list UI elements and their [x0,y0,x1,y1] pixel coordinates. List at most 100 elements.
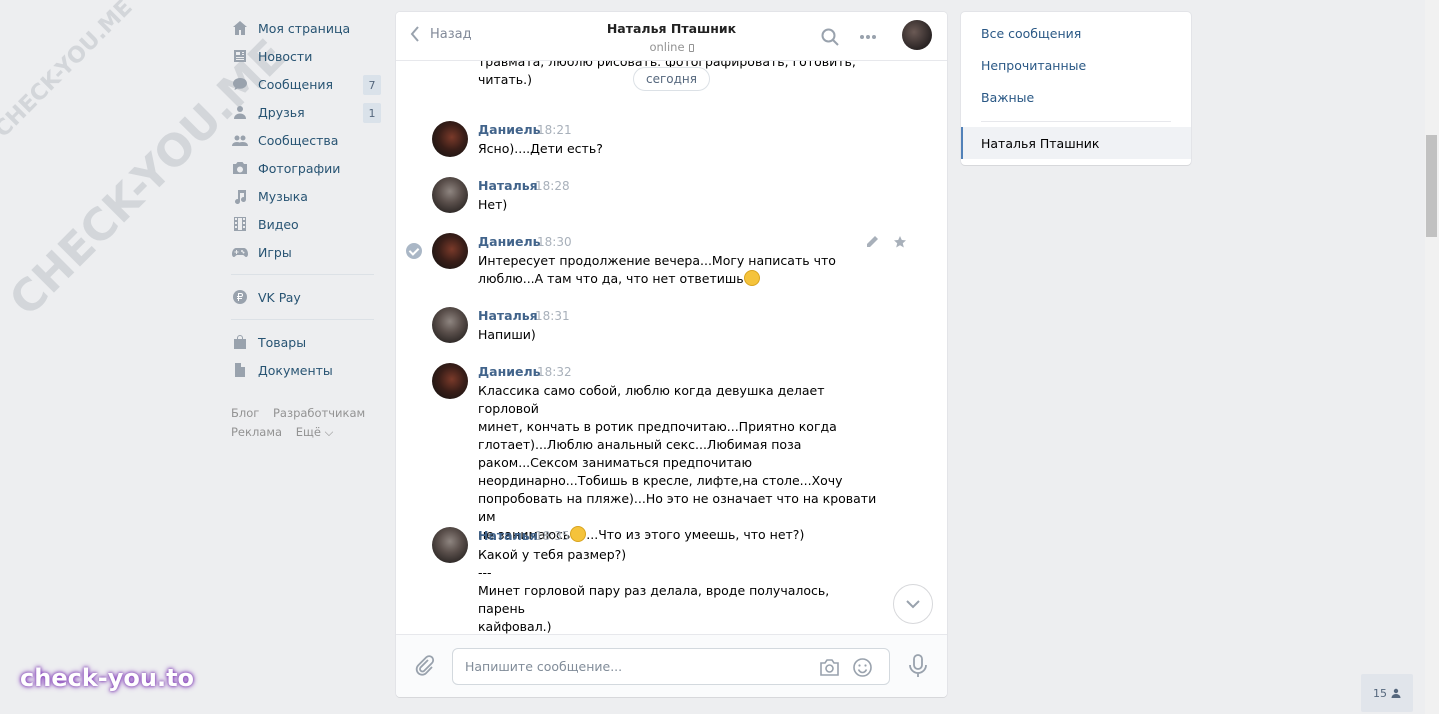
message-text: Какой у тебя размер?) --- Минет горловой… [478,546,873,634]
messages-icon [231,76,248,93]
mobile-icon [688,44,694,52]
filter-all-messages[interactable]: Все сообщения [981,26,1081,41]
friends-icon [231,104,248,121]
message-tools [865,235,907,249]
sender-avatar[interactable] [432,121,468,157]
nav-item-label: Документы [258,362,333,378]
nav-item-label: Друзья [258,104,305,120]
brand-watermark: check-you.to [20,664,195,692]
nav-item-documents[interactable]: Документы [231,356,381,384]
select-check-icon[interactable] [406,243,422,259]
message-text: Классика само собой, люблю когда девушка… [478,382,878,544]
message-text: Ясно)....Дети есть? [478,141,603,156]
footer-link-developers[interactable]: Разработчикам [273,406,365,420]
sender-avatar[interactable] [432,363,468,399]
video-icon [231,216,248,233]
nav-item-label: Музыка [258,188,308,204]
nav-item-groups[interactable]: Сообщества [231,126,381,154]
message-time[interactable]: 18:28 [535,179,570,193]
chat-header: Назад Наталья Пташник online [396,12,947,61]
nav-item-friends[interactable]: Друзья 1 [231,98,381,126]
sender-avatar[interactable] [432,307,468,343]
message-time[interactable]: 18:21 [537,123,572,137]
document-icon [231,362,248,379]
footer-link-blog[interactable]: Блог [231,406,259,420]
message-author[interactable]: Наталья [478,178,538,193]
sender-avatar[interactable] [432,233,468,269]
nav-item-label: Видео [258,216,299,232]
nav-item-photos[interactable]: Фотографии [231,154,381,182]
message-author[interactable]: Даниель [478,234,541,249]
nav-item-news[interactable]: Новости [231,42,381,70]
nav-divider [231,319,374,320]
message-text: Интересует продолжение вечера...Могу нап… [478,252,873,288]
nav-item-messages[interactable]: Сообщения 7 [231,70,381,98]
nav-item-label: Моя страница [258,20,351,36]
message-history[interactable]: травмата, люблю рисовать. фотографироват… [396,61,947,634]
footer-link-ads[interactable]: Реклама [231,425,282,439]
sender-avatar[interactable] [432,527,468,563]
nav-item-video[interactable]: Видео [231,210,381,238]
attach-button[interactable] [414,655,436,680]
sender-avatar[interactable] [432,177,468,213]
groups-icon [231,132,248,149]
online-count: 15 [1373,686,1387,700]
nav-item-label: Игры [258,244,292,260]
watermark-small: CHECK-YOU.ME [0,0,138,143]
more-actions-button[interactable] [858,27,878,50]
nav-item-label: Сообщества [258,132,339,148]
message-time[interactable]: 18:35 [535,529,570,543]
message-text: Напиши) [478,327,536,342]
camera-icon [231,160,248,177]
peer-avatar[interactable] [902,20,932,50]
paperclip-icon [415,655,435,676]
attach-photo-button[interactable] [819,657,840,681]
bag-icon [231,334,248,351]
online-friends-button[interactable]: 15 [1361,674,1413,712]
smile-icon [853,658,872,677]
nav-item-label: Фотографии [258,160,341,176]
voice-message-button[interactable] [907,654,929,681]
date-separator: сегодня [633,67,710,91]
nav-item-music[interactable]: Музыка [231,182,381,210]
message-text-body: Интересует продолжение вечера...Могу нап… [478,253,836,286]
message-author[interactable]: Даниель [478,364,541,379]
smile-emoji-icon [570,526,587,542]
message-time[interactable]: 18:32 [537,365,572,379]
camera-icon [820,659,839,676]
scroll-to-bottom-button[interactable] [893,584,933,624]
filter-important[interactable]: Важные [981,90,1034,105]
message-text-body: Какой у тебя размер?) --- Минет горловой… [478,547,830,634]
page-scrollbar[interactable] [1425,0,1439,714]
more-icon [860,35,876,39]
search-icon [821,28,839,46]
edit-icon[interactable] [865,235,879,249]
message-time[interactable]: 18:31 [535,309,570,323]
message-filters-panel: Все сообщения Непрочитанные Важные Натал… [961,12,1191,165]
search-button[interactable] [820,27,840,50]
message-author[interactable]: Наталья [478,528,538,543]
nav-item-my-page[interactable]: Моя страница [231,14,381,42]
nav-item-label: VK Pay [258,289,301,305]
nav-item-label: Новости [258,48,313,64]
peer-status-text: online [649,40,685,54]
active-dialog-item[interactable]: Наталья Пташник [961,127,1191,159]
message-composer [396,634,947,697]
star-icon[interactable] [893,235,907,249]
scrollbar-thumb[interactable] [1426,135,1437,237]
vkpay-icon [231,289,248,306]
nav-item-market[interactable]: Товары [231,328,381,356]
message-time[interactable]: 18:30 [537,235,572,249]
nav-item-vkpay[interactable]: VK Pay [231,283,381,311]
message-text: Нет) [478,197,508,212]
message-author[interactable]: Наталья [478,308,538,323]
filter-unread[interactable]: Непрочитанные [981,58,1086,73]
music-icon [231,188,248,205]
message-author[interactable]: Даниель [478,122,541,137]
footer-link-more[interactable]: Ещё ⌵ [296,425,334,439]
unread-messages-badge: 7 [363,75,381,95]
nav-item-label: Сообщения [258,76,334,92]
emoji-button[interactable] [852,657,873,681]
message-text-body: Классика само собой, люблю когда девушка… [478,383,877,542]
nav-item-games[interactable]: Игры [231,238,381,266]
